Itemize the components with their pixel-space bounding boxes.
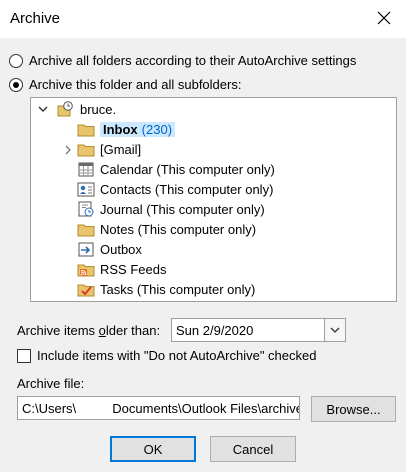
tree-item-calendar[interactable]: Calendar (This computer only) [77, 159, 275, 179]
collapse-toggle[interactable] [37, 103, 49, 115]
tree-item-label: Tasks (This computer only) [100, 281, 256, 297]
tree-item-label: [Gmail] [100, 141, 142, 157]
tree-item-selection: Inbox (230) [100, 121, 176, 137]
archive-all-label: Archive all folders according to their A… [29, 53, 357, 68]
tree-item-label: RSS Feeds [100, 261, 167, 277]
tree-item-label: Outbox [100, 241, 142, 257]
tree-root[interactable]: bruce. [57, 99, 116, 119]
expand-toggle[interactable] [62, 144, 74, 156]
archive-this-radio[interactable] [9, 77, 23, 92]
outbox-icon [77, 241, 95, 257]
archive-this-option[interactable]: Archive this folder and all subfolders: [9, 77, 241, 92]
tree-item-label: Inbox [103, 121, 138, 137]
archive-date-value: Sun 2/9/2020 [176, 322, 254, 338]
tree-item-inbox[interactable]: Inbox (230) [77, 119, 176, 139]
include-do-not-archive-checkbox[interactable] [17, 348, 31, 363]
tree-item-rss-feeds[interactable]: RSS Feeds [77, 259, 166, 279]
mailbox-icon [57, 101, 75, 117]
chevron-down-icon [38, 106, 48, 112]
archive-older-label: Archive items older than: [17, 323, 161, 338]
tree-item-contacts[interactable]: Contacts (This computer only) [77, 179, 273, 199]
tasks-icon [77, 281, 95, 297]
calendar-icon [77, 161, 95, 177]
archive-file-input[interactable]: C:\Users\ Documents\Outlook Files\archiv… [17, 396, 300, 420]
chevron-right-icon [65, 145, 71, 155]
journal-icon [77, 201, 95, 217]
inbox-folder-icon [77, 121, 95, 137]
unread-count: (230) [141, 121, 173, 137]
archive-this-label: Archive this folder and all subfolders: [29, 77, 242, 92]
archive-all-radio[interactable] [9, 53, 23, 68]
tree-item-label: Calendar (This computer only) [100, 161, 275, 177]
tree-item-tasks[interactable]: Tasks (This computer only) [77, 279, 255, 299]
archive-date-dropdown[interactable]: Sun 2/9/2020 [171, 318, 346, 342]
archive-file-label: Archive file: [17, 376, 85, 391]
include-do-not-archive-option[interactable]: Include items with "Do not AutoArchive" … [17, 348, 316, 363]
notes-icon [77, 221, 95, 237]
cancel-button[interactable]: Cancel [210, 436, 296, 462]
browse-button[interactable]: Browse... [311, 396, 396, 422]
tree-item-notes[interactable]: Notes (This computer only) [77, 219, 256, 239]
tree-item-label: Notes (This computer only) [100, 221, 257, 237]
tree-item-label: Contacts (This computer only) [100, 181, 274, 197]
dropdown-button[interactable] [324, 319, 345, 341]
folder-tree[interactable]: bruce. Inbox (230) [Gmail] Calendar (This… [30, 97, 397, 302]
title-bar [0, 0, 406, 38]
tree-item-journal[interactable]: Journal (This computer only) [77, 199, 265, 219]
tree-root-label: bruce. [80, 101, 117, 117]
folder-icon [77, 141, 95, 157]
tree-item-label: Journal (This computer only) [100, 201, 265, 217]
chevron-down-icon [330, 327, 340, 333]
contacts-icon [77, 181, 95, 197]
window-title: Archive [10, 10, 61, 27]
include-do-not-archive-label: Include items with "Do not AutoArchive" … [37, 348, 317, 363]
archive-file-value: C:\Users\ Documents\Outlook Files\archiv… [22, 400, 300, 416]
tree-item-gmail[interactable]: [Gmail] [77, 139, 141, 159]
archive-all-option[interactable]: Archive all folders according to their A… [9, 53, 356, 68]
rss-feeds-icon [77, 261, 95, 277]
ok-button[interactable]: OK [110, 436, 196, 462]
close-button[interactable] [370, 4, 398, 32]
close-icon [377, 11, 391, 25]
tree-item-outbox[interactable]: Outbox [77, 239, 142, 259]
